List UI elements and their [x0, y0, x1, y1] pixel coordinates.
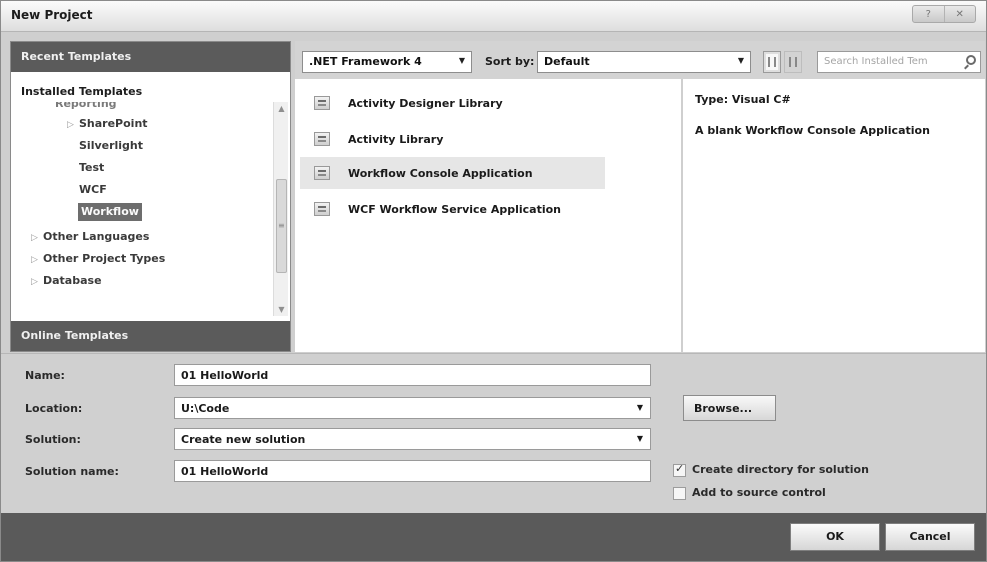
- recent-templates-header[interactable]: Recent Templates: [11, 42, 290, 72]
- title-bar: New Project ? ✕: [1, 1, 986, 32]
- template-label: Activity Designer Library: [348, 97, 503, 110]
- tree-item-label: Other Languages: [43, 230, 150, 243]
- tree-item-sharepoint[interactable]: ▷ SharePoint: [67, 114, 148, 134]
- tree-item-workflow[interactable]: Workflow: [78, 203, 142, 221]
- source-control-checkbox[interactable]: [673, 487, 686, 500]
- help-button[interactable]: ?: [913, 6, 944, 22]
- tree-item-test[interactable]: Test: [79, 158, 104, 178]
- templates-list: Activity Designer Library Activity Libra…: [295, 79, 681, 352]
- tree-item-silverlight[interactable]: Silverlight: [79, 136, 143, 156]
- small-icons-view-button[interactable]: [784, 51, 802, 73]
- tree-item-wcf[interactable]: WCF: [79, 180, 107, 200]
- tree-item-other-project-types[interactable]: ▷ Other Project Types: [31, 249, 165, 269]
- create-directory-checkbox[interactable]: [673, 462, 686, 477]
- solution-label: Solution:: [25, 433, 81, 446]
- chevron-down-icon: ▼: [737, 56, 744, 65]
- template-icon: [314, 202, 330, 216]
- template-type: Type: Visual C#: [695, 93, 791, 106]
- solution-name-field[interactable]: 01 HelloWorld: [174, 460, 651, 482]
- template-icon: [314, 132, 330, 146]
- tree-item-label: Other Project Types: [43, 252, 166, 265]
- framework-dropdown[interactable]: .NET Framework 4 ▼: [302, 51, 472, 73]
- solution-name-label: Solution name:: [25, 465, 119, 478]
- template-label: WCF Workflow Service Application: [348, 203, 562, 216]
- tree-item-label: Silverlight: [79, 139, 144, 152]
- location-value: U:\Code: [181, 402, 230, 415]
- template-label: Activity Library: [348, 133, 444, 146]
- tree-scrollbar[interactable]: ▲ ≡ ▼: [273, 102, 288, 316]
- template-item-workflow-console-application[interactable]: Workflow Console Application: [300, 157, 605, 189]
- template-categories-panel: Recent Templates Installed Templates Rep…: [10, 41, 291, 352]
- search-icon[interactable]: [966, 55, 976, 65]
- solution-dropdown[interactable]: Create new solution ▼: [174, 428, 651, 450]
- tree-item-label: WCF: [79, 183, 107, 196]
- solution-name-value: 01 HelloWorld: [181, 465, 269, 478]
- create-directory-label[interactable]: Create directory for solution: [692, 463, 869, 476]
- close-button[interactable]: ✕: [943, 6, 976, 22]
- browse-button[interactable]: Browse...: [683, 395, 776, 421]
- framework-value: .NET Framework 4: [309, 55, 422, 68]
- new-project-dialog: New Project ? ✕ Recent Templates Install…: [0, 0, 987, 562]
- tree-item-label: Workflow: [81, 205, 139, 218]
- template-item-activity-library[interactable]: Activity Library: [300, 123, 605, 155]
- tree-item-label: Test: [79, 161, 105, 174]
- search-input[interactable]: Search Installed Tem: [817, 51, 981, 73]
- tree-item-label: Reporting: [55, 102, 117, 110]
- template-toolbar: .NET Framework 4 ▼ Sort by: Default ▼ Se…: [295, 41, 985, 79]
- template-tree: Reporting ▷ SharePoint Silverlight Test W…: [11, 102, 279, 316]
- project-settings-form: Name: 01 HelloWorld Location: U:\Code ▼ …: [1, 353, 986, 513]
- view-icon: [768, 57, 776, 67]
- expand-arrow-icon[interactable]: ▷: [31, 272, 43, 292]
- sort-value: Default: [544, 55, 590, 68]
- tree-item-other-languages[interactable]: ▷ Other Languages: [31, 227, 149, 247]
- window-controls: ? ✕: [912, 5, 976, 23]
- grip-icon: ≡: [278, 221, 285, 230]
- installed-templates-header[interactable]: Installed Templates: [21, 85, 142, 98]
- expand-arrow-icon[interactable]: ▷: [67, 115, 79, 135]
- solution-value: Create new solution: [181, 433, 306, 446]
- template-details-panel: Type: Visual C# A blank Workflow Console…: [682, 79, 985, 352]
- view-icon: [789, 57, 797, 67]
- name-label: Name:: [25, 369, 65, 382]
- tree-item-database[interactable]: ▷ Database: [31, 271, 102, 291]
- template-item-wcf-workflow-service-application[interactable]: WCF Workflow Service Application: [300, 193, 605, 225]
- tree-item-label: SharePoint: [79, 117, 148, 130]
- chevron-down-icon: ▼: [458, 56, 465, 65]
- template-item-activity-designer-library[interactable]: Activity Designer Library: [300, 87, 605, 119]
- chevron-down-icon[interactable]: ▼: [637, 434, 643, 443]
- template-icon: [314, 166, 330, 180]
- template-icon: [314, 96, 330, 110]
- cancel-button[interactable]: Cancel: [885, 523, 975, 551]
- name-field[interactable]: 01 HelloWorld: [174, 364, 651, 386]
- source-control-label[interactable]: Add to source control: [692, 486, 826, 499]
- sort-by-label: Sort by:: [485, 55, 535, 68]
- location-combo[interactable]: U:\Code ▼: [174, 397, 651, 419]
- tree-item-reporting[interactable]: Reporting: [55, 102, 117, 114]
- sort-dropdown[interactable]: Default ▼: [537, 51, 751, 73]
- medium-icons-view-button[interactable]: [763, 51, 781, 73]
- online-templates-header[interactable]: Online Templates: [11, 321, 290, 351]
- template-label: Workflow Console Application: [348, 167, 533, 180]
- ok-button[interactable]: OK: [790, 523, 880, 551]
- expand-arrow-icon[interactable]: ▷: [31, 250, 43, 270]
- chevron-down-icon[interactable]: ▼: [637, 403, 643, 412]
- scroll-down-icon[interactable]: ▼: [274, 305, 289, 314]
- location-label: Location:: [25, 402, 83, 415]
- name-value: 01 HelloWorld: [181, 369, 269, 382]
- expand-arrow-icon[interactable]: ▷: [31, 228, 43, 248]
- dialog-title: New Project: [11, 8, 93, 22]
- template-description: A blank Workflow Console Application: [695, 124, 930, 137]
- search-placeholder: Search Installed Tem: [824, 56, 928, 67]
- dialog-footer: OK Cancel: [1, 513, 986, 561]
- scroll-up-icon[interactable]: ▲: [274, 104, 289, 113]
- tree-item-label: Database: [43, 274, 102, 287]
